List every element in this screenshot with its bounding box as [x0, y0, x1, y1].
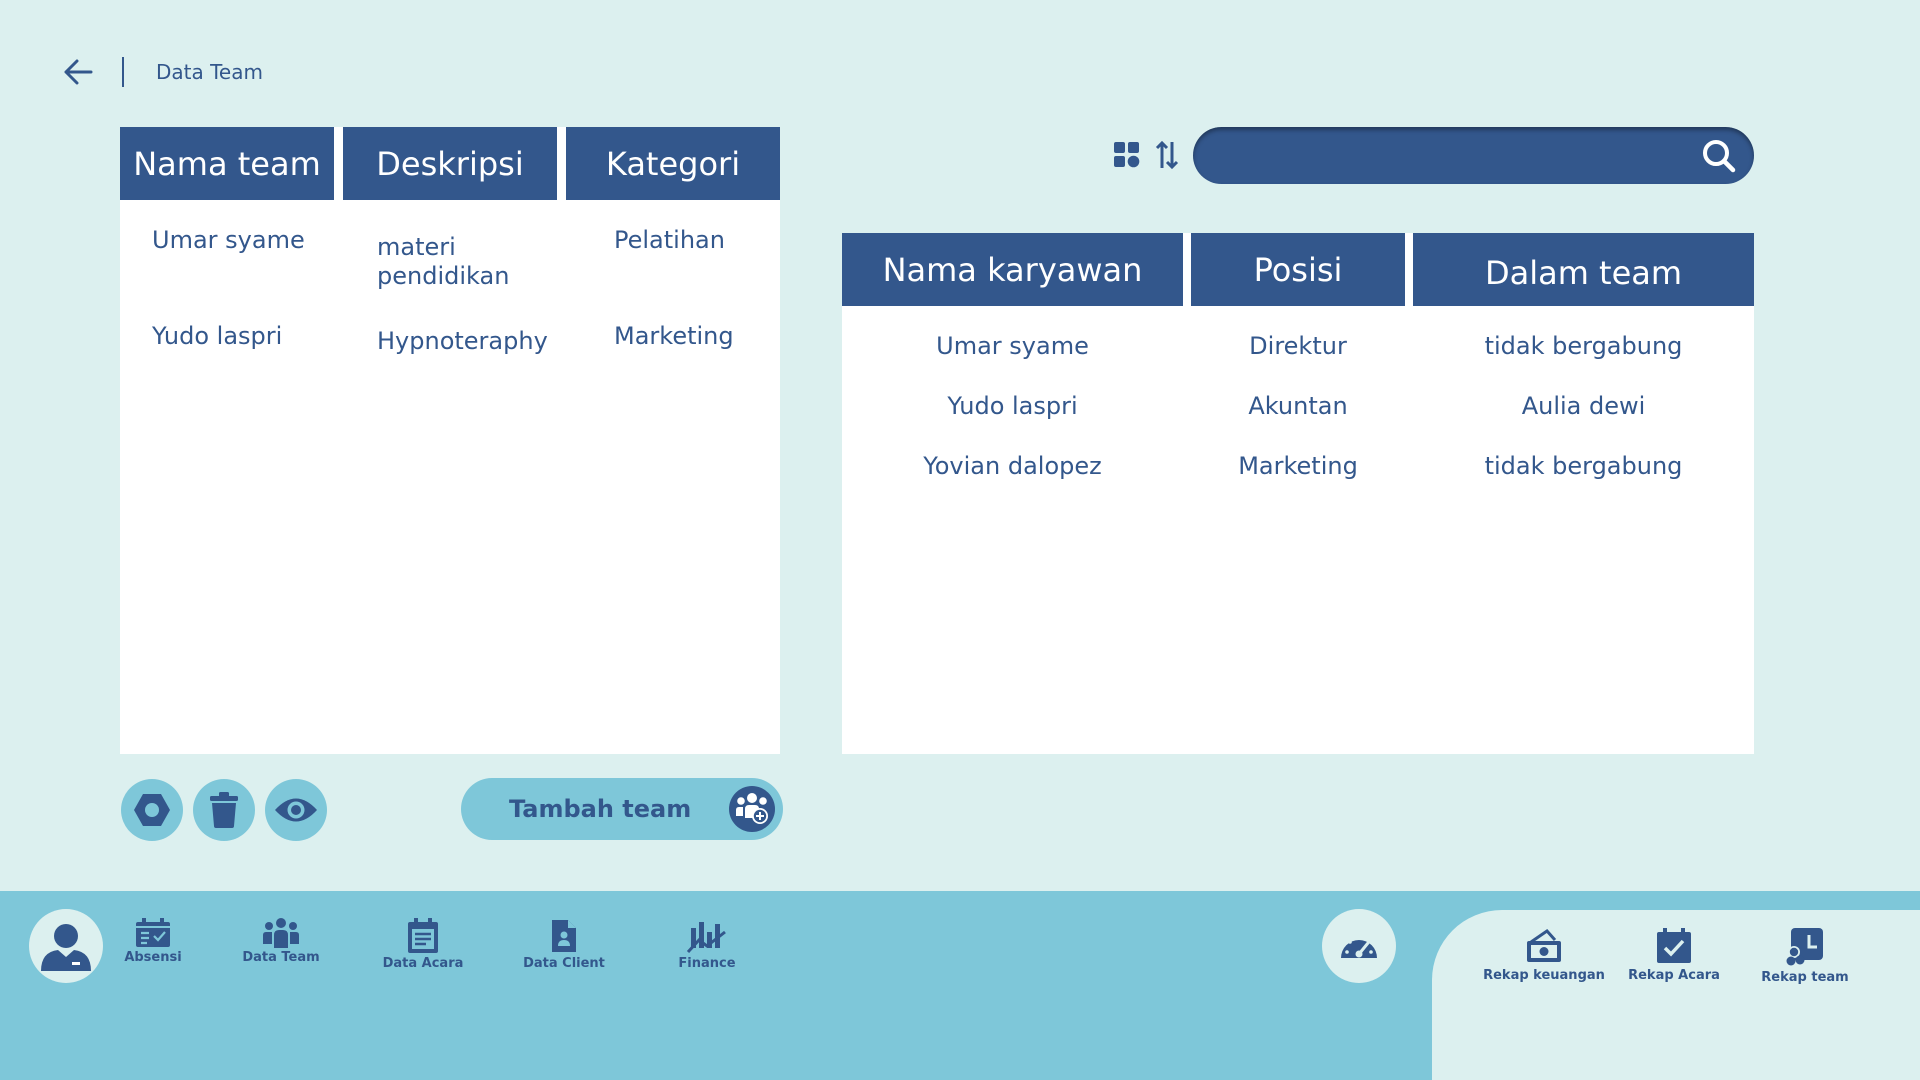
nav-data-team[interactable]: Data Team — [226, 918, 336, 965]
grid-icon — [1114, 142, 1140, 168]
rekap-acara-label: Rekap Acara — [1628, 968, 1720, 983]
rekap-acara[interactable]: Rekap Acara — [1604, 928, 1744, 983]
employee-row-2-name[interactable]: Yudo laspri — [842, 392, 1183, 420]
nav-absensi[interactable]: Absensi — [98, 918, 208, 965]
trash-icon — [210, 792, 238, 828]
calendar-check-icon — [1657, 928, 1691, 963]
delete-button[interactable] — [193, 779, 255, 841]
sort-button[interactable] — [1152, 140, 1182, 170]
employee-row-1-team: tidak bergabung — [1484, 332, 1683, 360]
rekap-keuangan-label: Rekap keuangan — [1483, 968, 1605, 983]
team-report-icon — [1786, 928, 1823, 966]
back-button[interactable] — [58, 52, 98, 92]
add-group-icon — [729, 786, 775, 832]
add-team-button[interactable]: Tambah team — [461, 778, 783, 840]
eye-icon — [275, 798, 317, 822]
dashboard-button[interactable] — [1322, 909, 1396, 983]
rekap-team[interactable]: Rekap team — [1735, 928, 1875, 985]
chart-icon — [687, 922, 726, 954]
employee-row-3-team: tidak bergabung — [1484, 452, 1683, 480]
employee-row-1-name[interactable]: Umar syame — [842, 332, 1183, 360]
teams-header-category[interactable]: Kategori — [566, 127, 780, 200]
nav-data-acara-label: Data Acara — [382, 956, 464, 971]
team-row-1-desc: materi pendidikan — [377, 233, 510, 290]
employee-row-2-team: Aulia dewi — [1521, 392, 1646, 420]
search-input[interactable] — [1217, 127, 1677, 184]
sort-icon — [1155, 140, 1179, 170]
user-icon — [41, 924, 91, 971]
nav-absensi-label: Absensi — [124, 950, 182, 965]
arrow-left-icon — [64, 59, 93, 85]
client-file-icon — [552, 920, 576, 952]
teams-table: Nama team Deskripsi Kategori Umar syame … — [120, 127, 780, 754]
view-tools — [1112, 140, 1182, 170]
search-icon — [1703, 140, 1736, 173]
nav-data-team-label: Data Team — [242, 950, 320, 965]
employees-header-team[interactable]: Dalam team — [1413, 233, 1754, 306]
money-icon — [1527, 929, 1561, 962]
search-button[interactable] — [1702, 139, 1736, 173]
rekap-team-label: Rekap team — [1761, 970, 1849, 985]
team-row-2-desc: Hypnoteraphy — [377, 327, 548, 355]
grid-view-button[interactable] — [1112, 140, 1142, 170]
employee-row-3-position: Marketing — [1238, 452, 1358, 480]
rekap-keuangan[interactable]: Rekap keuangan — [1474, 928, 1614, 983]
employee-row-1-position: Direktur — [1249, 332, 1347, 360]
view-button[interactable] — [265, 779, 327, 841]
divider — [122, 57, 124, 87]
avatar[interactable] — [29, 909, 103, 983]
employees-header-name[interactable]: Nama karyawan — [842, 233, 1183, 306]
top-bar: Data Team — [58, 52, 263, 92]
employees-table: Nama karyawan Posisi Dalam team Umar sya… — [842, 233, 1754, 754]
employee-row-2-position: Akuntan — [1248, 392, 1348, 420]
team-row-1-category: Pelatihan — [614, 226, 725, 254]
hexagon-settings-icon — [134, 794, 170, 826]
nav-data-client-label: Data Client — [523, 956, 605, 971]
add-team-label: Tambah team — [509, 795, 692, 823]
employees-header-position[interactable]: Posisi — [1191, 233, 1405, 306]
users-icon — [263, 918, 299, 948]
team-row-2-name[interactable]: Yudo laspri — [152, 322, 282, 351]
settings-button[interactable] — [121, 779, 183, 841]
team-row-2-category: Marketing — [614, 322, 734, 350]
nav-data-acara[interactable]: Data Acara — [368, 918, 478, 971]
teams-header-desc[interactable]: Deskripsi — [343, 127, 557, 200]
speedometer-icon — [1341, 936, 1377, 958]
teams-header-name[interactable]: Nama team — [120, 127, 334, 200]
nav-finance[interactable]: Finance — [652, 918, 762, 971]
page-title: Data Team — [156, 60, 263, 84]
calendar-check-icon — [136, 918, 170, 947]
search-bar — [1193, 127, 1754, 184]
nav-data-client[interactable]: Data Client — [509, 918, 619, 971]
nav-finance-label: Finance — [678, 956, 736, 971]
team-row-1-name[interactable]: Umar syame — [152, 226, 305, 255]
calendar-list-icon — [408, 918, 438, 953]
employee-row-3-name[interactable]: Yovian dalopez — [842, 452, 1183, 480]
